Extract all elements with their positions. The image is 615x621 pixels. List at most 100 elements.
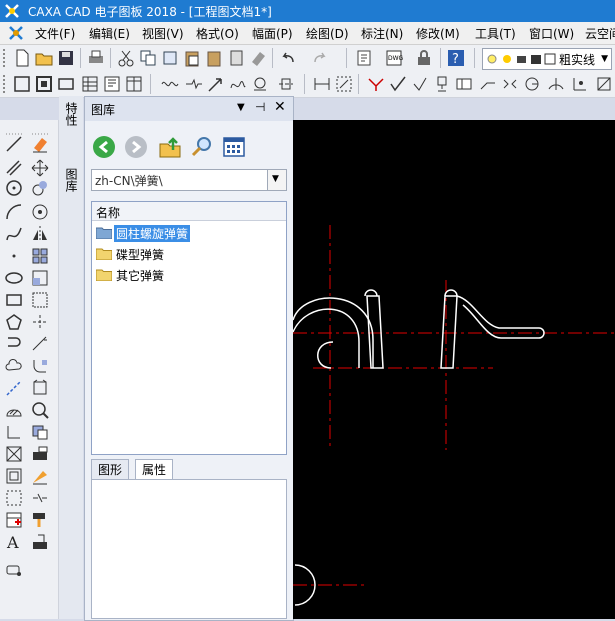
menu-cloud[interactable]: 云空间 — [585, 25, 615, 42]
title-block-icon[interactable] — [102, 74, 122, 94]
properties-icon[interactable] — [354, 48, 374, 68]
parallel-line-icon[interactable] — [4, 158, 24, 178]
menu-annotate[interactable]: 标注(N) — [361, 25, 403, 42]
polygon-icon[interactable] — [4, 312, 24, 332]
undo-icon[interactable] — [278, 48, 298, 68]
tab-library[interactable]: 图库 — [62, 168, 80, 192]
tab-properties[interactable]: 特性 — [62, 102, 80, 126]
menu-sheet[interactable]: 幅面(P) — [252, 25, 293, 42]
attribute-edit-icon[interactable] — [30, 532, 50, 552]
hole-icon[interactable] — [250, 74, 270, 94]
circle-icon[interactable] — [4, 178, 24, 198]
app-menu-icon[interactable] — [8, 25, 24, 41]
frame-icon[interactable] — [56, 74, 76, 94]
arc-length-icon[interactable] — [546, 74, 566, 94]
menu-modify[interactable]: 修改(M) — [416, 25, 460, 42]
angle-icon[interactable] — [522, 74, 542, 94]
menu-edit[interactable]: 编辑(E) — [89, 25, 130, 42]
insert-table-icon[interactable] — [4, 510, 24, 530]
clipboard-icon[interactable] — [226, 48, 246, 68]
back-icon[interactable] — [91, 134, 117, 160]
extend-icon[interactable] — [30, 334, 50, 354]
menu-tools[interactable]: 工具(T) — [475, 25, 516, 42]
scale-icon[interactable] — [30, 268, 50, 288]
save-icon[interactable] — [56, 48, 76, 68]
text-icon[interactable]: A — [4, 532, 24, 552]
path-select[interactable]: zh-CN\弹簧\ ▼ — [91, 169, 287, 191]
zoom-icon[interactable] — [30, 400, 50, 420]
copy-object-icon[interactable] — [30, 178, 50, 198]
mirror-icon[interactable] — [30, 224, 50, 244]
menu-format[interactable]: 格式(O) — [196, 25, 239, 42]
datum-icon[interactable] — [432, 74, 452, 94]
paste-special-icon[interactable] — [204, 48, 224, 68]
view-mode-icon[interactable] — [221, 134, 247, 160]
array-icon[interactable] — [30, 246, 50, 266]
trim-icon[interactable] — [30, 312, 50, 332]
tab-attributes[interactable]: 属性 — [135, 459, 174, 480]
help-icon[interactable]: ? — [446, 48, 466, 68]
stretch-icon[interactable] — [30, 290, 50, 310]
gap-icon[interactable] — [4, 488, 24, 508]
redo-icon[interactable] — [310, 48, 330, 68]
boundary-icon[interactable] — [4, 466, 24, 486]
rectangle-icon[interactable] — [4, 290, 24, 310]
line-icon[interactable] — [4, 134, 24, 154]
point-icon[interactable] — [4, 246, 24, 266]
center-mark-icon[interactable] — [4, 422, 24, 442]
cut-icon[interactable] — [116, 48, 136, 68]
section-icon[interactable] — [594, 74, 614, 94]
close-icon[interactable]: ✕ — [274, 99, 286, 115]
print-icon[interactable] — [86, 48, 106, 68]
polyline-icon[interactable] — [4, 334, 24, 354]
bom-icon[interactable] — [124, 74, 144, 94]
solid-fill-icon[interactable] — [4, 444, 24, 464]
tab-graphic[interactable]: 图形 — [91, 459, 130, 480]
coordinate-icon[interactable] — [570, 74, 590, 94]
menu-view[interactable]: 视图(V) — [142, 25, 184, 42]
dwg-export-icon[interactable]: DWG — [384, 48, 404, 68]
wave-line-icon[interactable] — [160, 74, 180, 94]
paste-icon[interactable] — [182, 48, 202, 68]
panel-menu-icon[interactable]: ▼ — [237, 102, 245, 113]
copy-base-icon[interactable] — [160, 48, 180, 68]
centerline-icon[interactable] — [276, 74, 296, 94]
radial-dimension-icon[interactable] — [334, 74, 354, 94]
weld-icon[interactable] — [410, 74, 430, 94]
spline-icon[interactable] — [228, 74, 248, 94]
linear-dimension-icon[interactable] — [312, 74, 332, 94]
offset-icon[interactable] — [30, 444, 50, 464]
break-line-icon[interactable] — [184, 74, 204, 94]
drawing-canvas[interactable] — [293, 120, 615, 619]
table-icon[interactable] — [80, 74, 100, 94]
hatch-icon[interactable] — [4, 400, 24, 420]
forward-icon[interactable] — [123, 134, 149, 160]
menu-draw[interactable]: 绘图(D) — [306, 25, 349, 42]
move-icon[interactable] — [30, 158, 50, 178]
chevron-down-icon[interactable]: ▼ — [267, 170, 286, 190]
open-file-icon[interactable] — [34, 48, 54, 68]
fillet-icon[interactable] — [30, 356, 50, 376]
roughness-icon[interactable] — [388, 74, 408, 94]
arc-icon[interactable] — [4, 202, 24, 222]
break-icon[interactable] — [30, 488, 50, 508]
copy-icon[interactable] — [138, 48, 158, 68]
explode-icon[interactable] — [30, 378, 50, 398]
new-file-icon[interactable] — [12, 48, 32, 68]
line-style-select[interactable]: 粗实线 ▼ — [482, 48, 612, 70]
arrow-icon[interactable] — [206, 74, 226, 94]
tolerance-icon[interactable] — [454, 74, 474, 94]
window-select-icon[interactable] — [12, 74, 32, 94]
text-leader-icon[interactable] — [478, 74, 498, 94]
lock-icon[interactable] — [414, 48, 434, 68]
eraser-icon[interactable] — [248, 48, 268, 68]
pin-icon[interactable]: ⊣ — [255, 100, 265, 114]
rotate-icon[interactable] — [30, 202, 50, 222]
cloud-line-icon[interactable] — [4, 356, 24, 376]
block-insert-icon[interactable] — [4, 560, 24, 580]
search-icon[interactable] — [189, 134, 215, 160]
zoom-window-icon[interactable] — [34, 74, 54, 94]
leader-icon[interactable] — [366, 74, 386, 94]
chain-icon[interactable] — [500, 74, 520, 94]
erase-icon[interactable] — [30, 134, 50, 154]
